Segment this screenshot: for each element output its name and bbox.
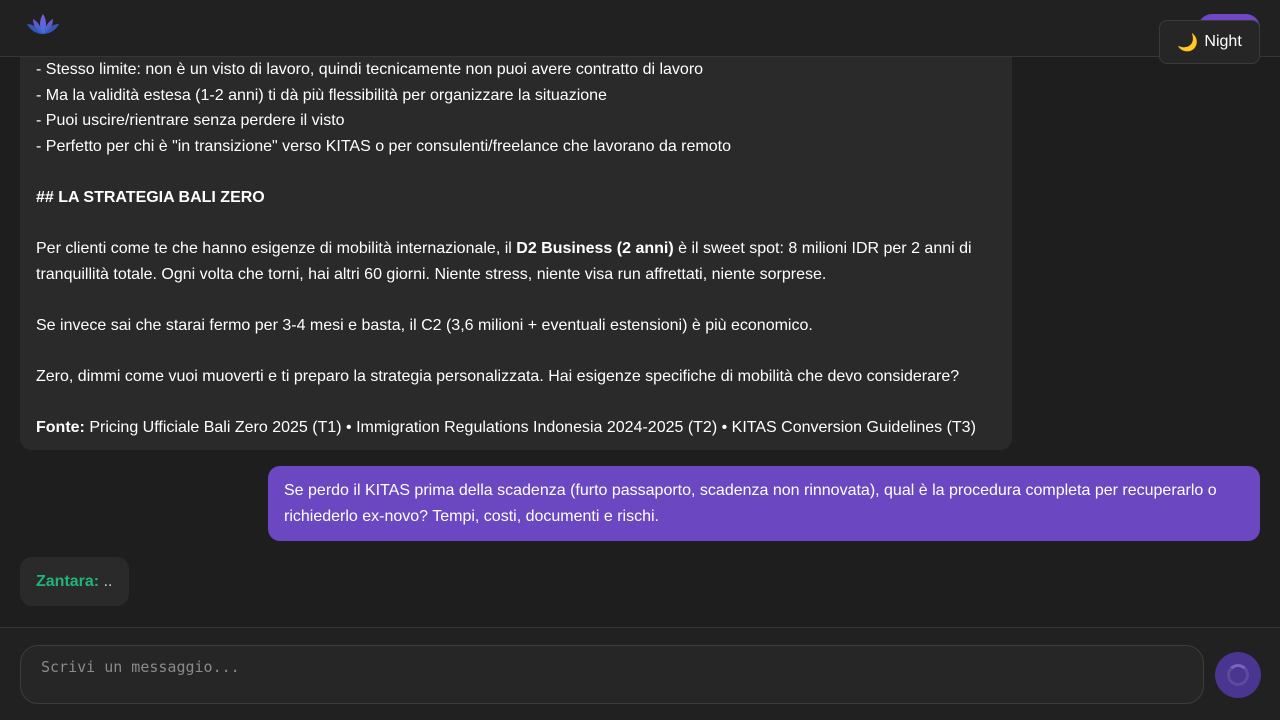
source-label: Fonte:: [36, 419, 85, 437]
chat-area[interactable]: - Stesso limite: non è un visto di lavor…: [0, 57, 1280, 627]
sender-name: Zantara:: [36, 573, 100, 590]
highlight-d2-business: D2 Business (2 anni): [516, 240, 674, 258]
loading-spinner-icon: [1227, 664, 1249, 686]
composer: [0, 627, 1280, 720]
theme-toggle-button[interactable]: 🌙 Night: [1159, 20, 1260, 64]
message-line: - Stesso limite: non è un visto di lavor…: [36, 61, 704, 78]
send-button[interactable]: [1215, 652, 1261, 698]
typing-indicator: Zantara: ..: [20, 557, 129, 606]
user-message: Se perdo il KITAS prima della scadenza (…: [268, 466, 1260, 541]
source-citation: Fonte: Pricing Ufficiale Bali Zero 2025 …: [36, 419, 976, 437]
top-bar: [0, 0, 1280, 57]
lotus-logo-icon[interactable]: [25, 10, 61, 40]
message-input[interactable]: [41, 658, 1183, 691]
message-line: - Perfetto per chi è "in transizione" ve…: [36, 137, 731, 155]
typing-dots: ..: [99, 573, 113, 590]
closing-paragraph: Zero, dimmi come vuoi muoverti e ti prep…: [36, 368, 960, 386]
strategy-paragraph: Per clienti come te che hanno esigenze d…: [36, 240, 972, 283]
message-line: - Ma la validità estesa (1-2 anni) ti dà…: [36, 86, 607, 104]
assistant-message: - Stesso limite: non è un visto di lavor…: [20, 57, 1012, 450]
theme-toggle-label: Night: [1204, 33, 1242, 50]
message-input-container[interactable]: [20, 645, 1204, 704]
alternative-paragraph: Se invece sai che starai fermo per 3-4 m…: [36, 316, 813, 334]
message-heading: ## LA STRATEGIA BALI ZERO: [36, 188, 265, 206]
moon-icon: 🌙: [1177, 32, 1199, 52]
message-line: - Puoi uscire/rientrare senza perdere il…: [36, 112, 345, 130]
